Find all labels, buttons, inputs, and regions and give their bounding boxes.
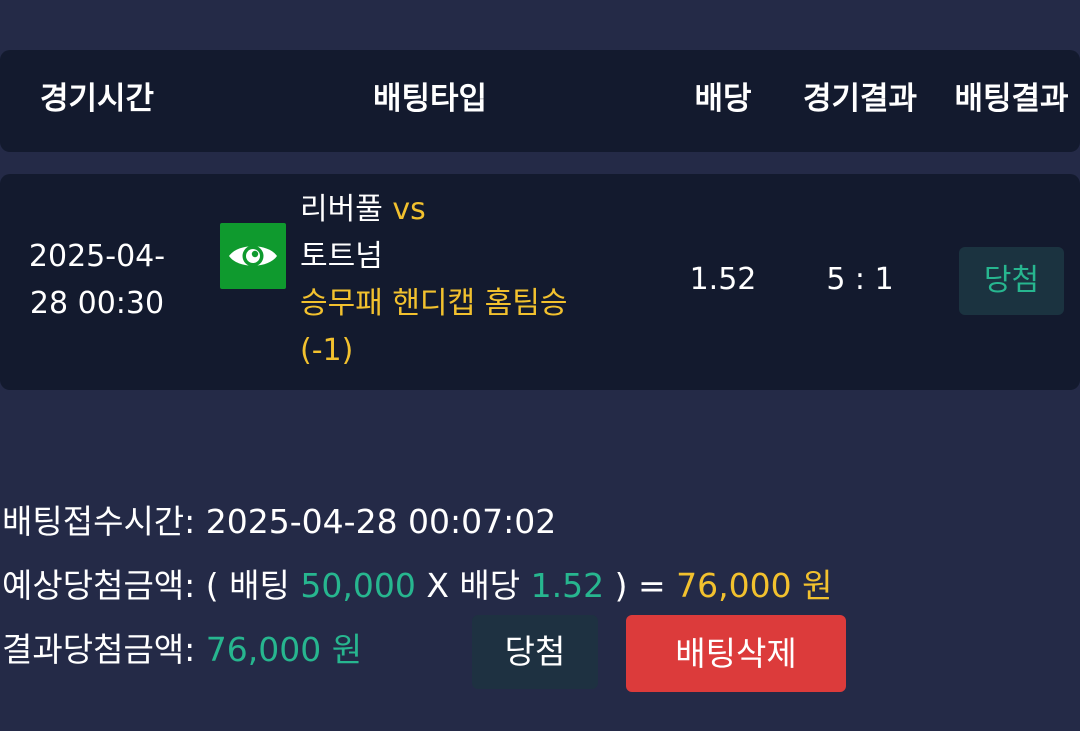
bet-type-cell: 리버풀 vs 토트넘 승무패 핸디캡 홈팀승 (-1) [300,186,640,374]
expected-close: ) = [604,566,677,605]
expected-stake: 50,000 [300,566,416,605]
header-game-time: 경기시간 [39,81,155,117]
expected-mid: X 배당 [415,566,531,605]
away-team: 토트넘 [300,239,383,274]
delete-bet-button[interactable]: 배팅삭제 [626,615,846,692]
expected-odds: 1.52 [530,566,605,605]
match-line: 리버풀 vs [300,186,640,233]
market-handicap: (-1) [300,333,354,368]
header-odds: 배당 [694,81,752,117]
eye-icon[interactable] [220,223,286,289]
result-winnings-label: 결과당첨금액: [2,630,206,669]
bet-received-time-value: 2025-04-28 00:07:02 [205,502,557,541]
header-game-result: 경기결과 [802,81,918,117]
expected-winnings-label: 예상당첨금액: [2,566,206,605]
game-date: 2025-04- [28,239,166,274]
market-name: 승무패 핸디캡 홈팀승 [300,286,568,321]
result-winnings: 결과당첨금액: 76,000 원 [2,625,362,675]
odds-value: 1.52 [689,262,757,297]
header-bet-type: 배팅타입 [372,81,488,117]
game-score: 5 : 1 [826,262,894,297]
expected-open: ( 배팅 [205,566,301,605]
vs-label: vs [392,192,426,227]
header-bet-result: 배팅결과 [954,81,1069,117]
bet-received-time: 배팅접수시간: 2025-04-28 00:07:02 [2,497,556,547]
table-header: 경기시간 배팅타입 배당 경기결과 배팅결과 [0,50,1080,152]
win-status-button[interactable]: 당첨 [472,615,598,689]
bet-received-time-label: 배팅접수시간: [2,502,206,541]
game-datetime: 2025-04- 28 00:30 [0,233,194,327]
bet-result-badge: 당첨 [959,247,1064,315]
game-time: 28 00:30 [29,286,165,321]
expected-winnings: 예상당첨금액: ( 배팅 50,000 X 배당 1.52 ) = 76,000… [2,561,832,611]
home-team: 리버풀 [300,192,383,227]
expected-amount: 76,000 원 [676,566,833,605]
result-winnings-amount: 76,000 원 [205,630,363,669]
